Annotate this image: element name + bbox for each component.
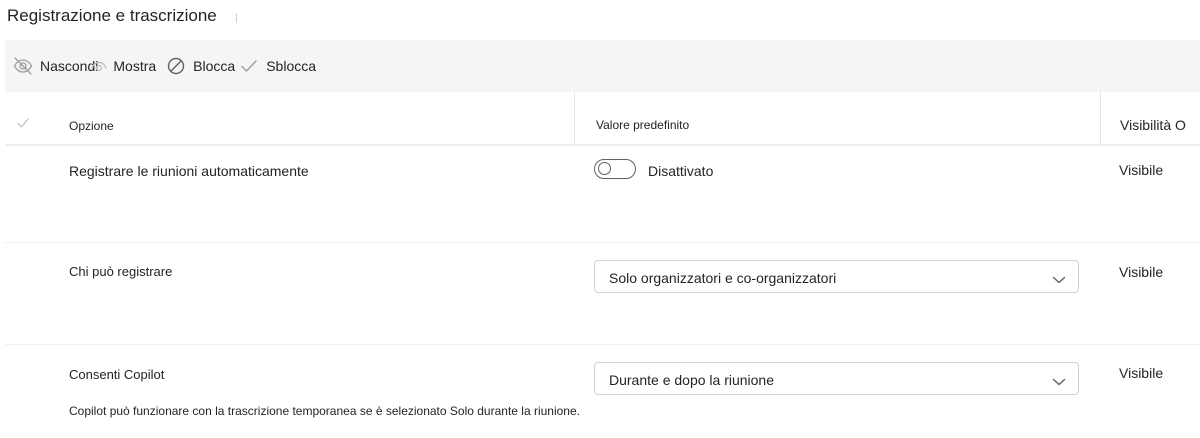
title-divider [236, 13, 237, 23]
visibility-value: Visibile [1119, 162, 1164, 178]
who-can-record-dropdown[interactable]: Solo organizzatori e co-organizzatori [594, 260, 1079, 293]
eye-icon [90, 57, 113, 75]
option-name: Registrare le riunioni automaticamente [69, 163, 309, 179]
block-label: Blocca [193, 58, 236, 74]
table-row: Consenti Copilot Durante e dopo la riuni… [5, 345, 1200, 438]
table-row: Chi può registrare Solo organizzatori e … [5, 243, 1200, 344]
visibility-value: Visibile [1119, 264, 1164, 280]
unblock-label: Sblocca [266, 58, 317, 74]
table-row: Registrare le riunioni automaticamente D… [5, 146, 1200, 242]
allow-copilot-dropdown[interactable]: Durante e dopo la riunione [594, 362, 1079, 395]
copilot-help-text: Copilot può funzionare con la trascrizio… [69, 404, 580, 418]
hide-button[interactable]: Nascondi [12, 40, 98, 92]
toggle-state-label: Disattivato [648, 163, 714, 179]
show-button[interactable]: Mostra [90, 40, 156, 92]
option-name: Chi può registrare [69, 264, 173, 279]
toggle-knob [598, 162, 611, 175]
block-button[interactable]: Blocca [167, 40, 235, 92]
eye-off-icon [12, 55, 40, 77]
checkmark-icon[interactable] [17, 116, 29, 134]
page-title: Registrazione e trascrizione [7, 6, 217, 25]
meeting-policy-page: Registrazione e trascrizione Nascondi Mo… [0, 0, 1200, 438]
checkmark-icon [240, 57, 266, 75]
column-divider [1100, 92, 1101, 144]
chevron-down-icon [1052, 374, 1066, 392]
table-header: Opzione Valore predefinito Visibilità O [5, 92, 1200, 146]
column-header-option[interactable]: Opzione [69, 119, 114, 133]
chevron-down-icon [1052, 272, 1066, 290]
block-icon [167, 57, 193, 75]
visibility-value: Visibile [1119, 365, 1164, 381]
unblock-button[interactable]: Sblocca [240, 40, 316, 92]
option-name: Consenti Copilot [69, 367, 165, 382]
column-header-visibility[interactable]: Visibilità O [1120, 117, 1186, 133]
dropdown-selected-value: Solo organizzatori e co-organizzatori [609, 270, 837, 286]
dropdown-selected-value: Durante e dopo la riunione [609, 372, 775, 388]
action-toolbar: Nascondi Mostra Blocca Sblocca [5, 40, 1200, 92]
column-header-default-value[interactable]: Valore predefinito [596, 118, 689, 132]
auto-record-toggle[interactable] [594, 159, 636, 179]
show-label: Mostra [113, 58, 157, 74]
column-divider [574, 92, 575, 144]
